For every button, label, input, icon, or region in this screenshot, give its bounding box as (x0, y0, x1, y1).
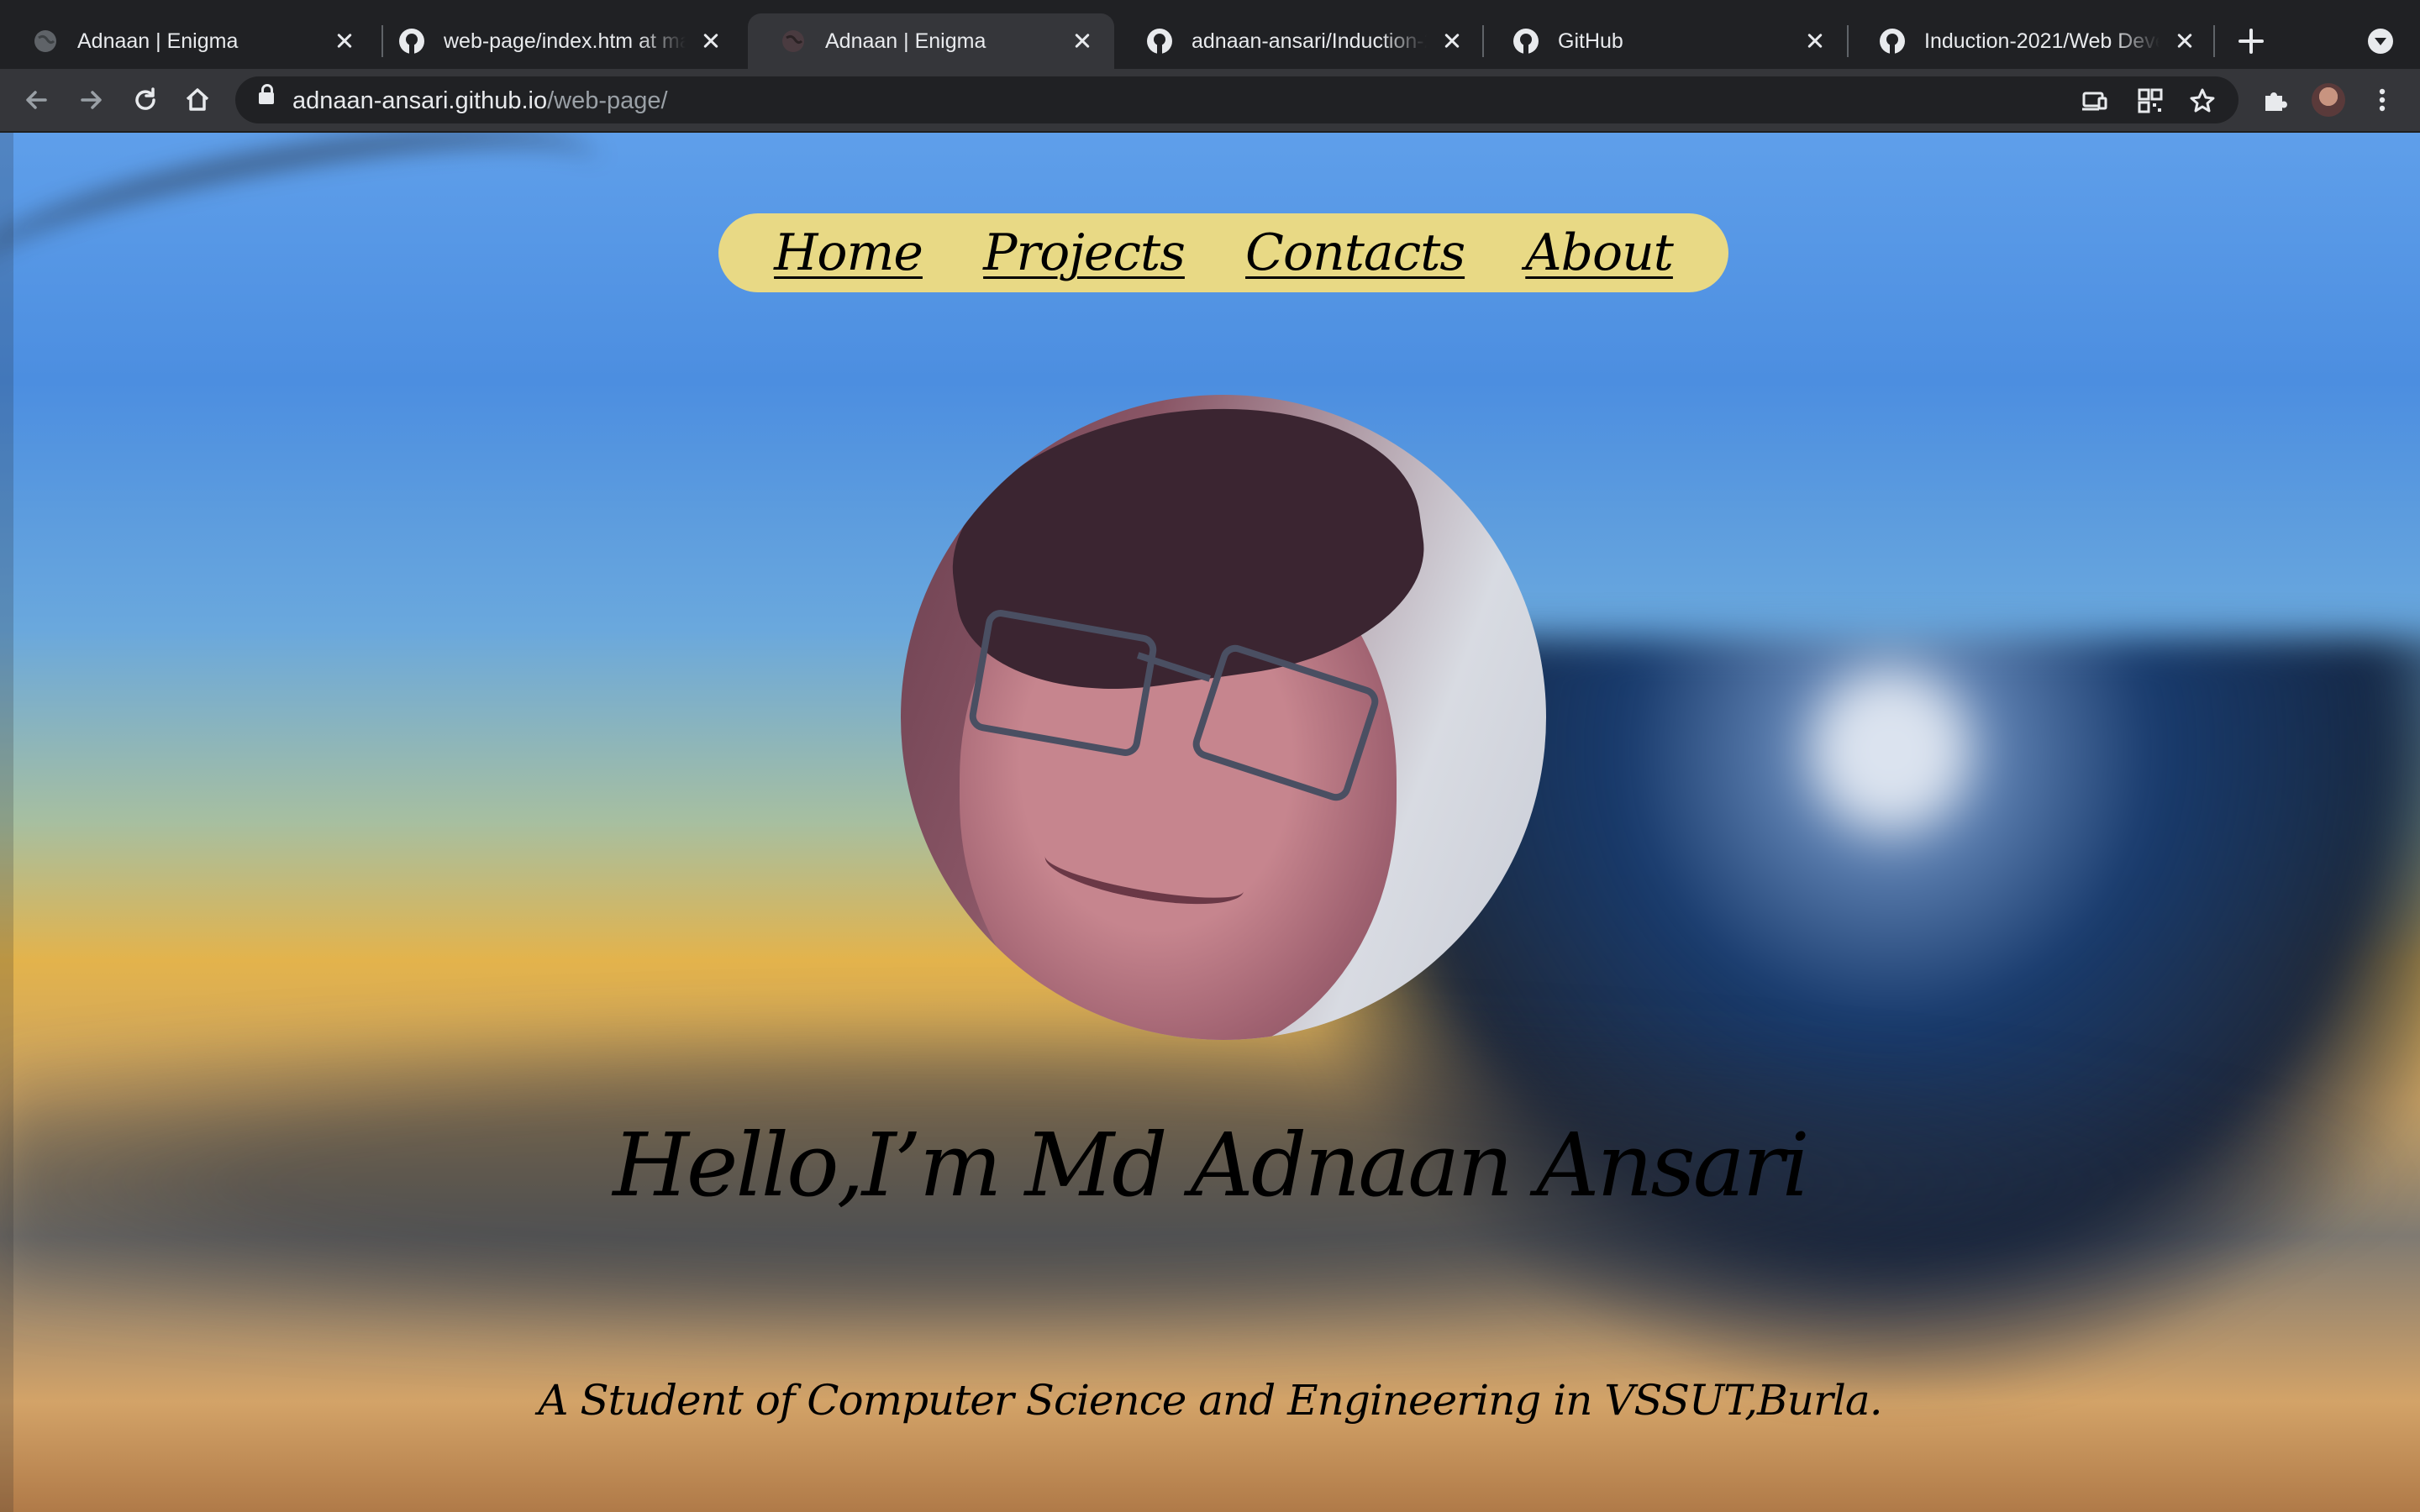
tab-title: Induction-2021/Web Development (1924, 29, 2160, 53)
tab-title: Adnaan | Enigma (825, 29, 986, 53)
lock-icon[interactable] (259, 84, 274, 104)
nav-about-link[interactable]: About (1525, 223, 1674, 282)
close-tab-icon[interactable] (1071, 29, 1094, 53)
main-nav: Home Projects Contacts About (718, 213, 1728, 292)
github-icon (1512, 28, 1539, 55)
tab-3-active[interactable]: Adnaan | Enigma (748, 13, 1114, 69)
url-text[interactable]: adnaan-ansari.github.io/web-page/ (292, 87, 668, 115)
url-path: /web-page/ (547, 87, 668, 114)
close-tab-icon[interactable] (2173, 29, 2196, 53)
nav-projects-link[interactable]: Projects (983, 223, 1186, 282)
tab-1[interactable]: Adnaan | Enigma (0, 13, 376, 69)
address-bar[interactable]: adnaan-ansari.github.io/web-page/ (235, 76, 2238, 123)
tab-strip: Adnaan | Enigma web-page/index.htm at ma… (0, 0, 2420, 69)
page-edge (0, 133, 13, 1512)
forward-icon[interactable] (71, 79, 113, 121)
bookmark-star-icon[interactable] (2188, 87, 2217, 115)
tab-separator (2213, 25, 2215, 57)
install-app-icon[interactable] (2081, 87, 2109, 115)
globe-icon (780, 28, 807, 55)
menu-kebab-icon[interactable] (2361, 79, 2403, 121)
tab-title: adnaan-ansari/Induction-2021 (1192, 29, 1427, 53)
reload-icon[interactable] (124, 79, 166, 121)
hero-subline: A Student of Computer Science and Engine… (538, 1376, 1882, 1425)
back-icon[interactable] (15, 79, 57, 121)
avatar-image (2312, 83, 2345, 117)
home-icon[interactable] (176, 79, 218, 121)
profile-photo (901, 395, 1546, 1040)
nav-home-link[interactable]: Home (774, 223, 923, 282)
close-tab-icon[interactable] (1803, 29, 1827, 53)
qr-code-icon[interactable] (2136, 87, 2165, 115)
extensions-icon[interactable] (2254, 79, 2296, 121)
tab-title: web-page/index.htm at main (444, 29, 686, 53)
tab-2[interactable]: web-page/index.htm at main (366, 13, 743, 69)
tab-6[interactable]: Induction-2021/Web Development (1847, 13, 2217, 69)
background-branch (0, 133, 613, 340)
profile-avatar[interactable] (2307, 79, 2349, 121)
github-icon (1146, 28, 1173, 55)
globe-icon (32, 28, 59, 55)
url-host: adnaan-ansari.github.io (292, 87, 548, 114)
github-icon (1879, 28, 1906, 55)
tab-search-icon[interactable] (2368, 29, 2393, 54)
github-icon (398, 28, 425, 55)
tab-title: GitHub (1558, 29, 1623, 53)
new-tab-icon[interactable] (2235, 25, 2267, 57)
tab-5[interactable]: GitHub (1481, 13, 1847, 69)
close-tab-icon[interactable] (699, 29, 723, 53)
tab-title: Adnaan | Enigma (77, 29, 239, 53)
close-tab-icon[interactable] (333, 29, 356, 53)
hero-headline: Hello,I’m Md Adnaan Ansari (613, 1114, 1810, 1216)
nav-contacts-link[interactable]: Contacts (1245, 223, 1465, 282)
browser-toolbar: adnaan-ansari.github.io/web-page/ (0, 69, 2420, 133)
page-viewport: Home Projects Contacts About Hello,I’m M… (0, 133, 2420, 1512)
tab-4[interactable]: adnaan-ansari/Induction-2021 (1114, 13, 1484, 69)
close-tab-icon[interactable] (1440, 29, 1464, 53)
